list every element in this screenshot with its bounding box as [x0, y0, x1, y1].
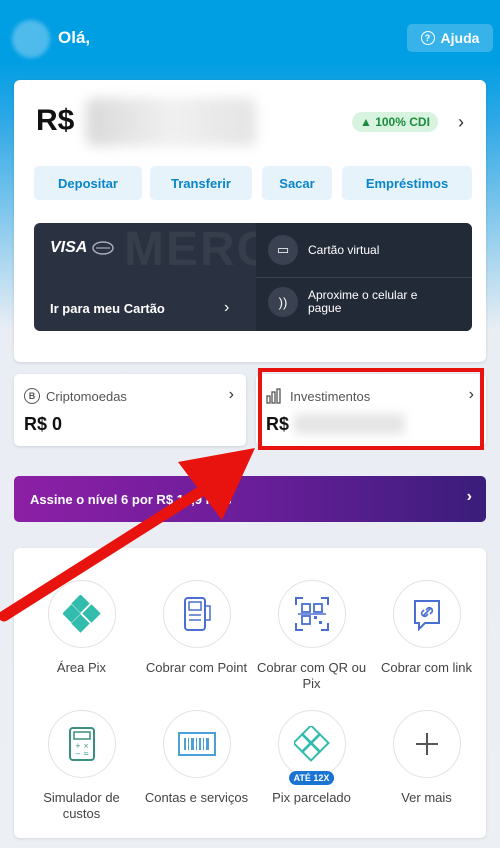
shortcut-cost-simulator[interactable]: + × − = Simulador de custos — [24, 710, 139, 822]
withdraw-button[interactable]: Sacar — [262, 166, 332, 200]
virtual-card-label: Cartão virtual — [308, 243, 380, 257]
shortcut-charge-qr[interactable]: Cobrar com QR ou Pix — [254, 580, 369, 692]
crypto-label: Criptomoedas — [46, 388, 127, 404]
contactless-card-icon — [92, 241, 114, 255]
svg-text:+ ×: + × — [75, 742, 89, 750]
shortcut-icon-circle — [162, 710, 231, 778]
virtual-card-option[interactable]: ▭ Cartão virtual — [268, 235, 379, 265]
shortcut-charge-point[interactable]: Cobrar com Point — [139, 580, 254, 676]
help-icon: ? — [420, 31, 435, 45]
subscription-banner[interactable]: Assine o nível 6 por R$ 14,9 mês › — [14, 476, 486, 522]
chevron-right-icon[interactable]: › — [224, 299, 229, 317]
balance-card: R$ ▲ 100% CDI › Depositar Transferir Sac… — [14, 80, 486, 362]
svg-text:− =: − = — [75, 750, 89, 758]
shortcut-label: Contas e serviços — [144, 790, 249, 805]
shortcut-label: Cobrar com Point — [145, 660, 248, 675]
card-options: ▭ Cartão virtual )) Aproxime o celular e… — [256, 223, 472, 331]
avatar[interactable] — [12, 20, 50, 58]
shortcut-label: Ver mais — [401, 790, 452, 805]
barcode-icon — [177, 732, 216, 756]
help-button[interactable]: ? Ajuda — [407, 24, 493, 52]
point-device-icon — [183, 597, 211, 631]
loans-button[interactable]: Empréstimos — [342, 166, 472, 200]
credit-card-panel: MERCADO VISA Ir para meu Cartão › ▭ Cart… — [34, 223, 472, 331]
shortcut-label: Cobrar com QR ou Pix — [256, 660, 367, 691]
shortcut-pix-area[interactable]: Área Pix — [24, 580, 139, 676]
shortcut-label: Área Pix — [56, 660, 107, 675]
nfc-icon: )) — [268, 287, 298, 317]
go-to-card-link[interactable]: Ir para meu Cartão — [50, 301, 165, 316]
shortcut-icon-circle — [392, 710, 461, 778]
help-label: Ajuda — [440, 30, 480, 46]
chevron-right-icon[interactable]: › — [458, 112, 464, 133]
chevron-right-icon[interactable]: › — [229, 386, 234, 404]
shortcut-icon-circle — [47, 580, 116, 648]
pix-icon — [62, 595, 101, 633]
shortcut-icon-circle: ATÉ 12X — [277, 710, 346, 785]
shortcut-icon-circle — [392, 580, 461, 648]
deposit-button[interactable]: Depositar — [34, 166, 142, 200]
bitcoin-icon: B — [24, 388, 40, 404]
shortcut-label: Pix parcelado — [272, 790, 351, 805]
balance-currency: R$ — [36, 104, 75, 137]
contactless-label: Aproxime o celular e pague — [308, 288, 418, 315]
shortcut-bills-services[interactable]: Contas e serviços — [139, 710, 254, 806]
cdi-badge: ▲ 100% CDI — [352, 112, 438, 132]
virtual-card-icon: ▭ — [268, 235, 298, 265]
chevron-right-icon: › — [466, 488, 472, 505]
shortcuts-grid: Área Pix Cobrar com Point Cobrar com QR … — [14, 548, 486, 838]
visa-logo: VISA — [50, 239, 88, 256]
pix-installments-icon — [293, 726, 330, 762]
calculator-icon: + × − = — [68, 727, 95, 761]
balance-amount-hidden — [86, 98, 256, 146]
shortcut-label: Simulador de custos — [43, 790, 120, 821]
app-header: Olá, ? Ajuda — [0, 0, 500, 80]
shortcut-icon-circle — [162, 580, 231, 648]
crypto-title: B Criptomoedas — [24, 388, 127, 404]
shortcut-charge-link[interactable]: Cobrar com link — [369, 580, 484, 676]
qr-code-icon — [294, 597, 329, 631]
shortcut-pix-installments[interactable]: ATÉ 12X Pix parcelado — [254, 710, 369, 806]
greeting-text: Olá, — [58, 28, 91, 47]
contactless-option[interactable]: )) Aproxime o celular e pague — [268, 287, 428, 317]
shortcut-see-more[interactable]: Ver mais — [369, 710, 484, 806]
banner-text: Assine o nível 6 por R$ 14,9 mês — [30, 491, 232, 507]
transfer-button[interactable]: Transferir — [150, 166, 252, 200]
shortcut-label: Cobrar com link — [380, 660, 473, 675]
shortcut-icon-circle: + × − = — [47, 710, 116, 778]
shortcut-icon-circle — [277, 580, 346, 648]
divider — [256, 277, 472, 278]
link-icon — [413, 600, 440, 631]
crypto-card[interactable]: B Criptomoedas R$ 0 › — [14, 374, 246, 446]
highlight-box — [258, 368, 484, 450]
crypto-value: R$ 0 — [24, 414, 63, 434]
plus-icon — [415, 733, 438, 755]
installments-badge: ATÉ 12X — [288, 771, 335, 785]
